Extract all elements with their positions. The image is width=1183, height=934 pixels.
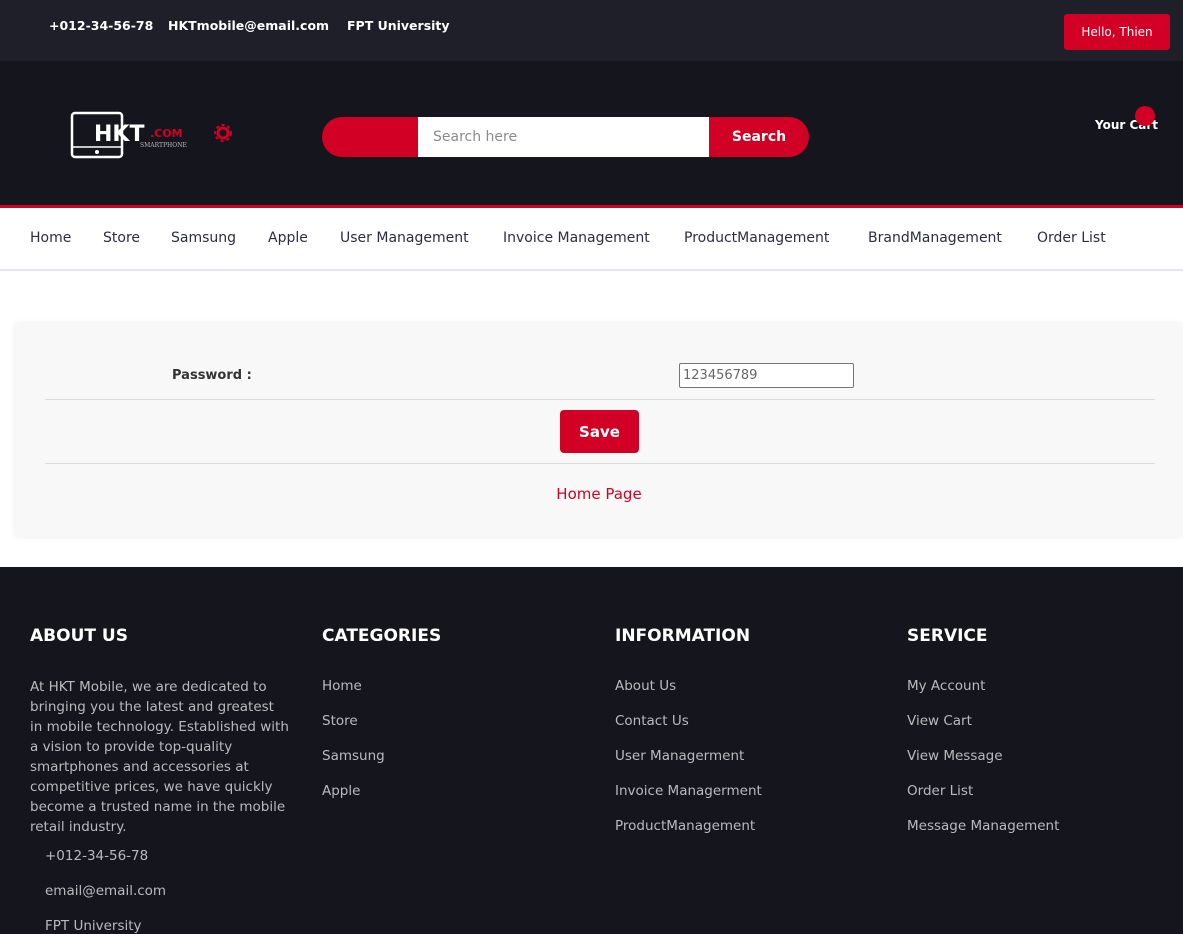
footer-link-store[interactable]: Store (322, 713, 358, 729)
topbar-phone[interactable]: +012-34-56-78 (49, 18, 153, 33)
footer-link-home[interactable]: Home (322, 678, 362, 694)
footer-link-view-cart[interactable]: View Cart (907, 713, 972, 729)
footer-link-apple[interactable]: Apple (322, 783, 360, 799)
save-button[interactable]: Save (560, 410, 639, 453)
topbar-location[interactable]: FPT University (347, 18, 450, 33)
user-greeting-button[interactable]: Hello, Thien (1064, 14, 1170, 50)
topbar-email[interactable]: HKTmobile@email.com (168, 18, 329, 33)
nav-home[interactable]: Home (30, 230, 71, 246)
footer-link-my-account[interactable]: My Account (907, 678, 985, 694)
site-logo[interactable]: HKT .COM SMARTPHONE (70, 111, 240, 161)
footer-link-order-list[interactable]: Order List (907, 783, 973, 799)
footer-about-title: ABOUT US (30, 626, 128, 646)
nav-samsung[interactable]: Samsung (171, 230, 236, 246)
home-page-link: Home Page (0, 485, 1183, 503)
nav-product-management[interactable]: ProductManagement (684, 230, 829, 246)
logo-suffix: .COM (150, 127, 183, 140)
footer-phone[interactable]: +012-34-56-78 (45, 848, 148, 864)
nav-invoice-management[interactable]: Invoice Management (503, 230, 650, 246)
top-bar: +012-34-56-78 HKTmobile@email.com FPT Un… (0, 0, 1183, 61)
footer-location[interactable]: FPT University (45, 918, 142, 934)
footer-link-product-management[interactable]: ProductManagement (615, 818, 755, 834)
footer-link-view-message[interactable]: View Message (907, 748, 1003, 764)
cart-count-badge (1135, 106, 1155, 126)
footer-link-message-management[interactable]: Message Management (907, 818, 1059, 834)
form-divider (45, 399, 1155, 400)
footer-email[interactable]: email@email.com (45, 883, 166, 899)
footer-link-user-management[interactable]: User Managerment (615, 748, 744, 764)
nav-apple[interactable]: Apple (268, 230, 308, 246)
footer-information-title: INFORMATION (615, 626, 751, 646)
search-button[interactable]: Search (709, 117, 809, 157)
search-bar: Search (322, 117, 809, 157)
footer-link-contact-us[interactable]: Contact Us (615, 713, 689, 729)
password-label: Password : (172, 368, 252, 383)
footer-link-samsung[interactable]: Samsung (322, 748, 385, 764)
footer-link-invoice-management[interactable]: Invoice Managerment (615, 783, 762, 799)
nav-user-management[interactable]: User Management (340, 230, 469, 246)
footer-service-title: SERVICE (907, 626, 988, 646)
password-input[interactable] (679, 363, 854, 388)
home-page-link-text[interactable]: Home Page (556, 485, 641, 503)
footer-about-text: At HKT Mobile, we are dedicated to bring… (30, 679, 289, 835)
logo-text: HKT (94, 122, 144, 147)
form-divider (45, 463, 1155, 464)
footer-categories-title: CATEGORIES (322, 626, 442, 646)
nav-store[interactable]: Store (103, 230, 140, 246)
nav-brand-management[interactable]: BrandManagement (868, 230, 1002, 246)
search-input[interactable] (418, 117, 710, 157)
main-nav: Home Store Samsung Apple User Management… (0, 208, 1183, 271)
logo-subtitle: SMARTPHONE (140, 142, 187, 149)
nav-order-list[interactable]: Order List (1037, 230, 1106, 246)
footer-link-about-us[interactable]: About Us (615, 678, 676, 694)
